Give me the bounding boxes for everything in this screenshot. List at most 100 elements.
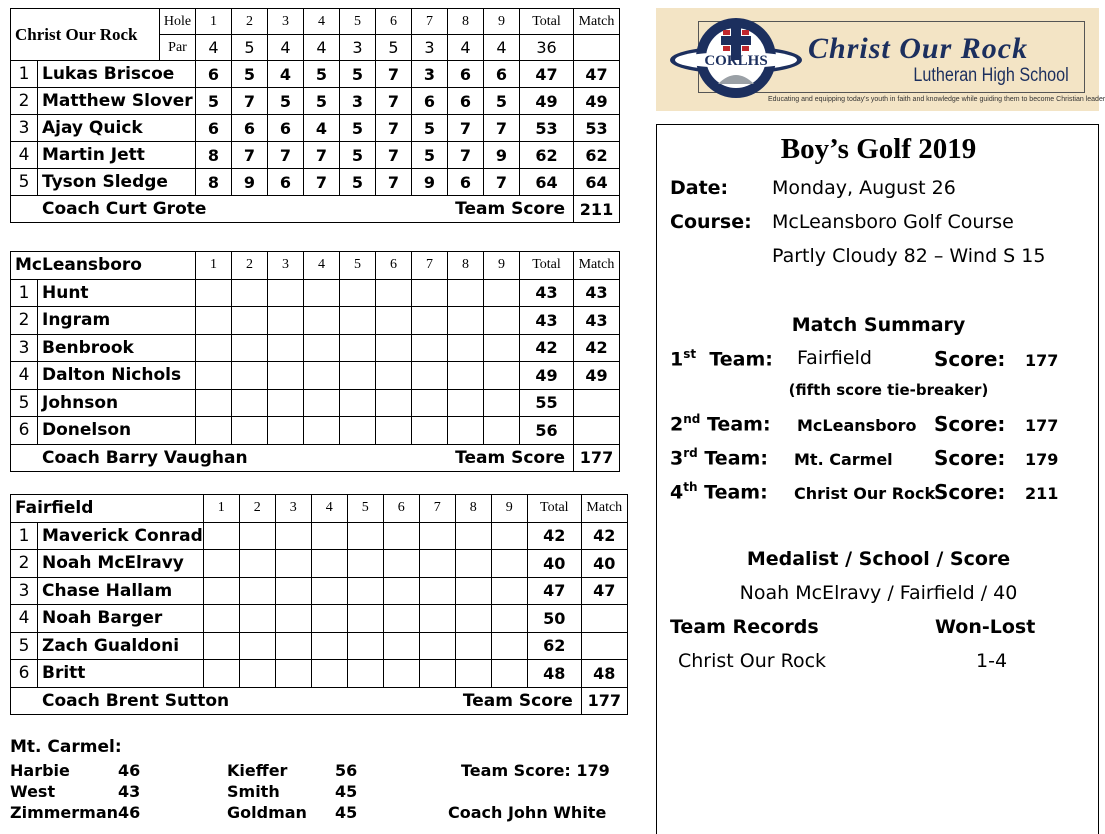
par-label: Par (159, 34, 196, 61)
player-name: Matthew Slover (37, 87, 196, 115)
hole-number: 7 (418, 494, 456, 523)
player-total: 49 (519, 87, 574, 115)
par-value: 4 (483, 34, 520, 61)
player-score: 46 (118, 761, 141, 780)
hole-score (346, 549, 384, 578)
team-score-value: 211 (573, 195, 620, 223)
hole-label: Hole (159, 8, 196, 35)
hole-score (346, 631, 384, 660)
player-rank: 4 (10, 361, 38, 390)
player-name: Smith (227, 782, 280, 801)
place-score: 179 (1025, 450, 1059, 469)
hole-score (447, 361, 484, 390)
hole-score: 7 (303, 141, 340, 169)
player-row: 3 Chase Hallam 47 47 (10, 576, 628, 605)
school-name: Christ Our Rock (808, 32, 1029, 65)
hole-score (339, 361, 376, 390)
player-match-score (573, 416, 620, 445)
hole-score (339, 306, 376, 335)
hole-score (231, 388, 268, 417)
player-name: Britt (37, 659, 204, 688)
hole-header-row: Christ Our Rock Hole 1 2 3 4 5 6 7 8 9 T… (10, 8, 620, 61)
hole-score (310, 576, 348, 605)
player-row: 4 Dalton Nichols 49 49 (10, 361, 620, 390)
player-rank: 2 (10, 549, 38, 578)
hole-score: 8 (195, 141, 232, 169)
hole-score: 7 (447, 141, 484, 169)
total-header: Total (526, 494, 582, 523)
player-total: 48 (526, 659, 582, 688)
hole-score (382, 631, 420, 660)
hole-score (274, 549, 312, 578)
school-seal-icon: CORLHS (670, 18, 802, 98)
player-name: Dalton Nichols (37, 361, 196, 390)
hole-score (303, 278, 340, 307)
hole-number: 4 (303, 8, 340, 35)
hole-score (310, 549, 348, 578)
hole-score (411, 361, 448, 390)
hole-number: 6 (375, 8, 412, 35)
hole-score (454, 576, 492, 605)
hole-score (303, 361, 340, 390)
player-rank: 3 (10, 333, 38, 362)
par-value: 5 (231, 34, 268, 61)
hole-score: 7 (447, 114, 484, 142)
hole-score (483, 361, 520, 390)
hole-score: 7 (303, 168, 340, 196)
player-match-score: 49 (573, 87, 620, 115)
hole-score (238, 604, 276, 633)
team-score-label: Team Score (339, 443, 574, 472)
player-row: 3 Benbrook 42 42 (10, 333, 620, 362)
player-name: Ingram (37, 306, 196, 335)
player-row: 1 Maverick Conrad 42 42 (10, 521, 628, 550)
hole-score (267, 278, 304, 307)
hole-score: 6 (231, 114, 268, 142)
hole-score: 8 (195, 168, 232, 196)
hole-score (238, 631, 276, 660)
hole-score (418, 659, 456, 688)
par-value: 3 (411, 34, 448, 61)
player-rank: 4 (10, 604, 38, 633)
hole-number: 3 (274, 494, 312, 523)
school-subname: Lutheran High School (913, 65, 1069, 86)
team-footer-row: Coach Barry Vaughan Team Score 177 (10, 443, 620, 472)
hole-score: 5 (339, 141, 376, 169)
hole-number: 4 (310, 494, 348, 523)
team-score: Team Score: 179 (461, 761, 610, 780)
hole-score: 9 (411, 168, 448, 196)
hole-score (202, 659, 240, 688)
player-rank: 6 (10, 416, 38, 445)
par-total: 36 (519, 34, 574, 61)
player-name: West (10, 782, 56, 801)
player-rank: 5 (10, 631, 38, 660)
hole-score (418, 549, 456, 578)
hole-header-row: McLeansboro 1 2 3 4 5 6 7 8 9 Total Matc… (10, 251, 620, 280)
school-motto: Educating and equipping today's youth in… (768, 96, 1105, 103)
hole-score (303, 416, 340, 445)
hole-score (267, 361, 304, 390)
hole-score (310, 659, 348, 688)
hole-score (274, 659, 312, 688)
hole-score (454, 604, 492, 633)
par-value: 5 (375, 34, 412, 61)
hole-score (382, 576, 420, 605)
hole-score (447, 306, 484, 335)
player-name: Johnson (37, 388, 196, 417)
team-score-label: Team Score (339, 195, 574, 223)
match-header: Match (573, 251, 620, 280)
hole-number: 3 (267, 8, 304, 35)
hole-number: 5 (339, 8, 376, 35)
player-row: 5 Johnson 55 (10, 388, 620, 417)
match-header: Match (573, 8, 620, 35)
hole-number: 9 (483, 251, 520, 280)
hole-number: 2 (231, 251, 268, 280)
hole-score (310, 604, 348, 633)
hole-score (267, 388, 304, 417)
hole-score (339, 416, 376, 445)
hole-score: 9 (231, 168, 268, 196)
score-label: Score: (934, 446, 1006, 470)
par-value: 4 (267, 34, 304, 61)
hole-score (483, 306, 520, 335)
player-row: 2 Matthew Slover 5 7 5 5 3 7 6 6 5 49 49 (10, 87, 620, 115)
team-records-label: Team Records (670, 616, 819, 638)
